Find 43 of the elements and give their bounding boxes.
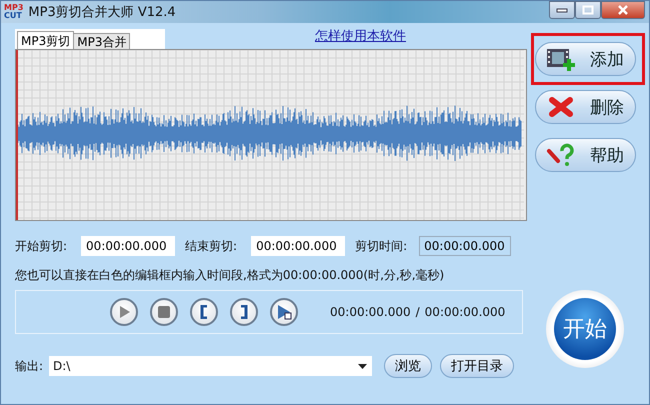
- position-time: 00:00:00.000: [330, 305, 411, 319]
- maximize-button[interactable]: [575, 1, 601, 19]
- tab[interactable]: MP3剪切: [17, 31, 74, 49]
- side-button[interactable]: 删除: [535, 90, 636, 124]
- output-path-dropdown[interactable]: D:\: [49, 356, 372, 376]
- time-field[interactable]: 00:00:00.000: [251, 236, 346, 256]
- tab[interactable]: MP3合并: [73, 33, 130, 49]
- close-button[interactable]: [601, 1, 645, 19]
- output-button[interactable]: 浏览: [384, 354, 432, 378]
- hint-text: 您也可以直接在白色的编辑框内输入时间段,格式为00:00:00.000(时,分,秒,毫秒): [15, 267, 446, 284]
- close-icon: [617, 5, 629, 15]
- output-button[interactable]: 打开目录: [440, 354, 514, 378]
- field-label: 结束剪切:: [185, 238, 238, 254]
- app-logo: MP3 CUT: [4, 4, 24, 20]
- stop-button[interactable]: [150, 298, 178, 326]
- mark-end-button[interactable]: [230, 298, 258, 326]
- side-button[interactable]: 添加: [535, 42, 636, 76]
- start-button[interactable]: 开始: [546, 290, 624, 368]
- field-label: 剪切时间:: [355, 238, 408, 254]
- minimize-icon: [556, 7, 568, 13]
- time-separator: /: [416, 305, 420, 319]
- help-icon: [546, 143, 576, 167]
- window-title: MP3剪切合并大师 V12.4: [28, 4, 176, 21]
- maximize-icon: [582, 5, 594, 15]
- play-button[interactable]: [110, 298, 138, 326]
- help-link[interactable]: 怎样使用本软件: [315, 27, 406, 45]
- side-button[interactable]: 帮助: [535, 138, 636, 172]
- dropdown-arrow-icon: [358, 364, 367, 368]
- play-selection-button[interactable]: [270, 298, 298, 326]
- bracket-right-icon: [239, 305, 249, 319]
- duration-time: 00:00:00.000: [424, 305, 506, 319]
- mark-start-button[interactable]: [190, 298, 218, 326]
- time-field[interactable]: 00:00:00.000: [81, 236, 176, 256]
- minimize-button[interactable]: [549, 1, 575, 19]
- play-icon: [117, 305, 131, 319]
- output-label: 输出:: [15, 358, 44, 374]
- bracket-left-icon: [199, 305, 209, 319]
- stop-icon: [157, 305, 171, 319]
- time-field[interactable]: 00:00:00.000: [419, 236, 512, 256]
- delete-icon: [546, 95, 576, 119]
- film-add-icon: [546, 47, 576, 71]
- play-file-icon: [276, 304, 292, 320]
- field-label: 开始剪切:: [15, 238, 68, 254]
